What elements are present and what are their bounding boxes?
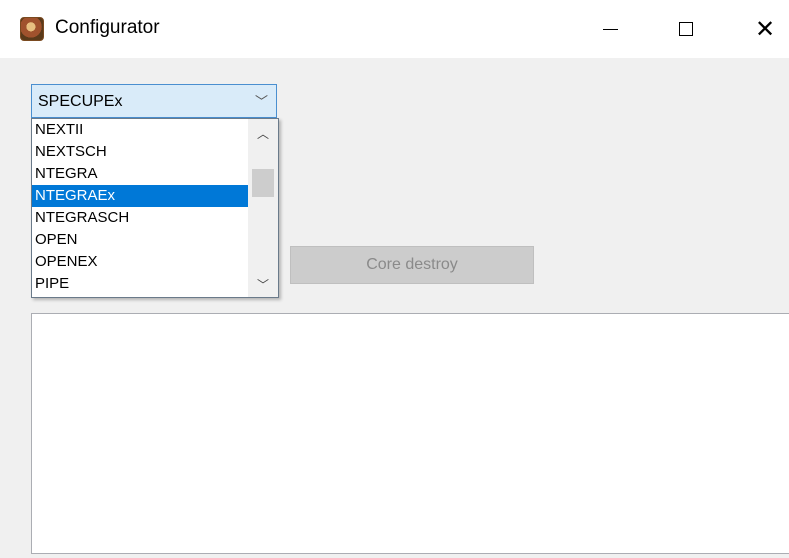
app-icon (20, 17, 44, 41)
list-item[interactable]: OPEN (32, 229, 248, 251)
scroll-up-icon[interactable]: ︿ (248, 122, 278, 144)
close-icon: ✕ (754, 15, 776, 43)
combobox-dropdown-list[interactable]: NEXTII NEXTSCH NTEGRA NTEGRAEx NTEGRASCH… (31, 118, 279, 298)
scroll-down-icon[interactable]: ﹀ (248, 273, 278, 295)
minimize-icon (602, 28, 618, 30)
scroll-thumb[interactable] (252, 169, 274, 197)
chevron-down-icon[interactable]: ﹀ (255, 91, 268, 110)
dropdown-items: NEXTII NEXTSCH NTEGRA NTEGRAEx NTEGRASCH… (32, 119, 248, 295)
combobox-value: SPECUPEx (38, 93, 123, 110)
output-textarea[interactable] (31, 313, 789, 554)
dropdown-scrollbar[interactable]: ︿ ﹀ (248, 119, 278, 297)
maximize-button[interactable] (658, 0, 714, 58)
list-item-selected[interactable]: NTEGRAEx (32, 185, 248, 207)
core-destroy-button[interactable]: Core destroy (290, 246, 534, 284)
list-item[interactable]: NEXTSCH (32, 141, 248, 163)
list-item[interactable]: PIPE (32, 273, 248, 295)
window-title: Configurator (55, 17, 160, 38)
list-item[interactable]: NTEGRA (32, 163, 248, 185)
profile-combobox[interactable]: SPECUPEx ﹀ (31, 84, 277, 118)
list-item[interactable]: OPENEX (32, 251, 248, 273)
maximize-icon (679, 22, 693, 36)
minimize-button[interactable] (582, 0, 638, 58)
title-bar: Configurator ✕ (0, 0, 789, 58)
close-button[interactable]: ✕ (737, 0, 789, 58)
list-item[interactable]: NTEGRASCH (32, 207, 248, 229)
list-item[interactable]: NEXTII (32, 119, 248, 141)
